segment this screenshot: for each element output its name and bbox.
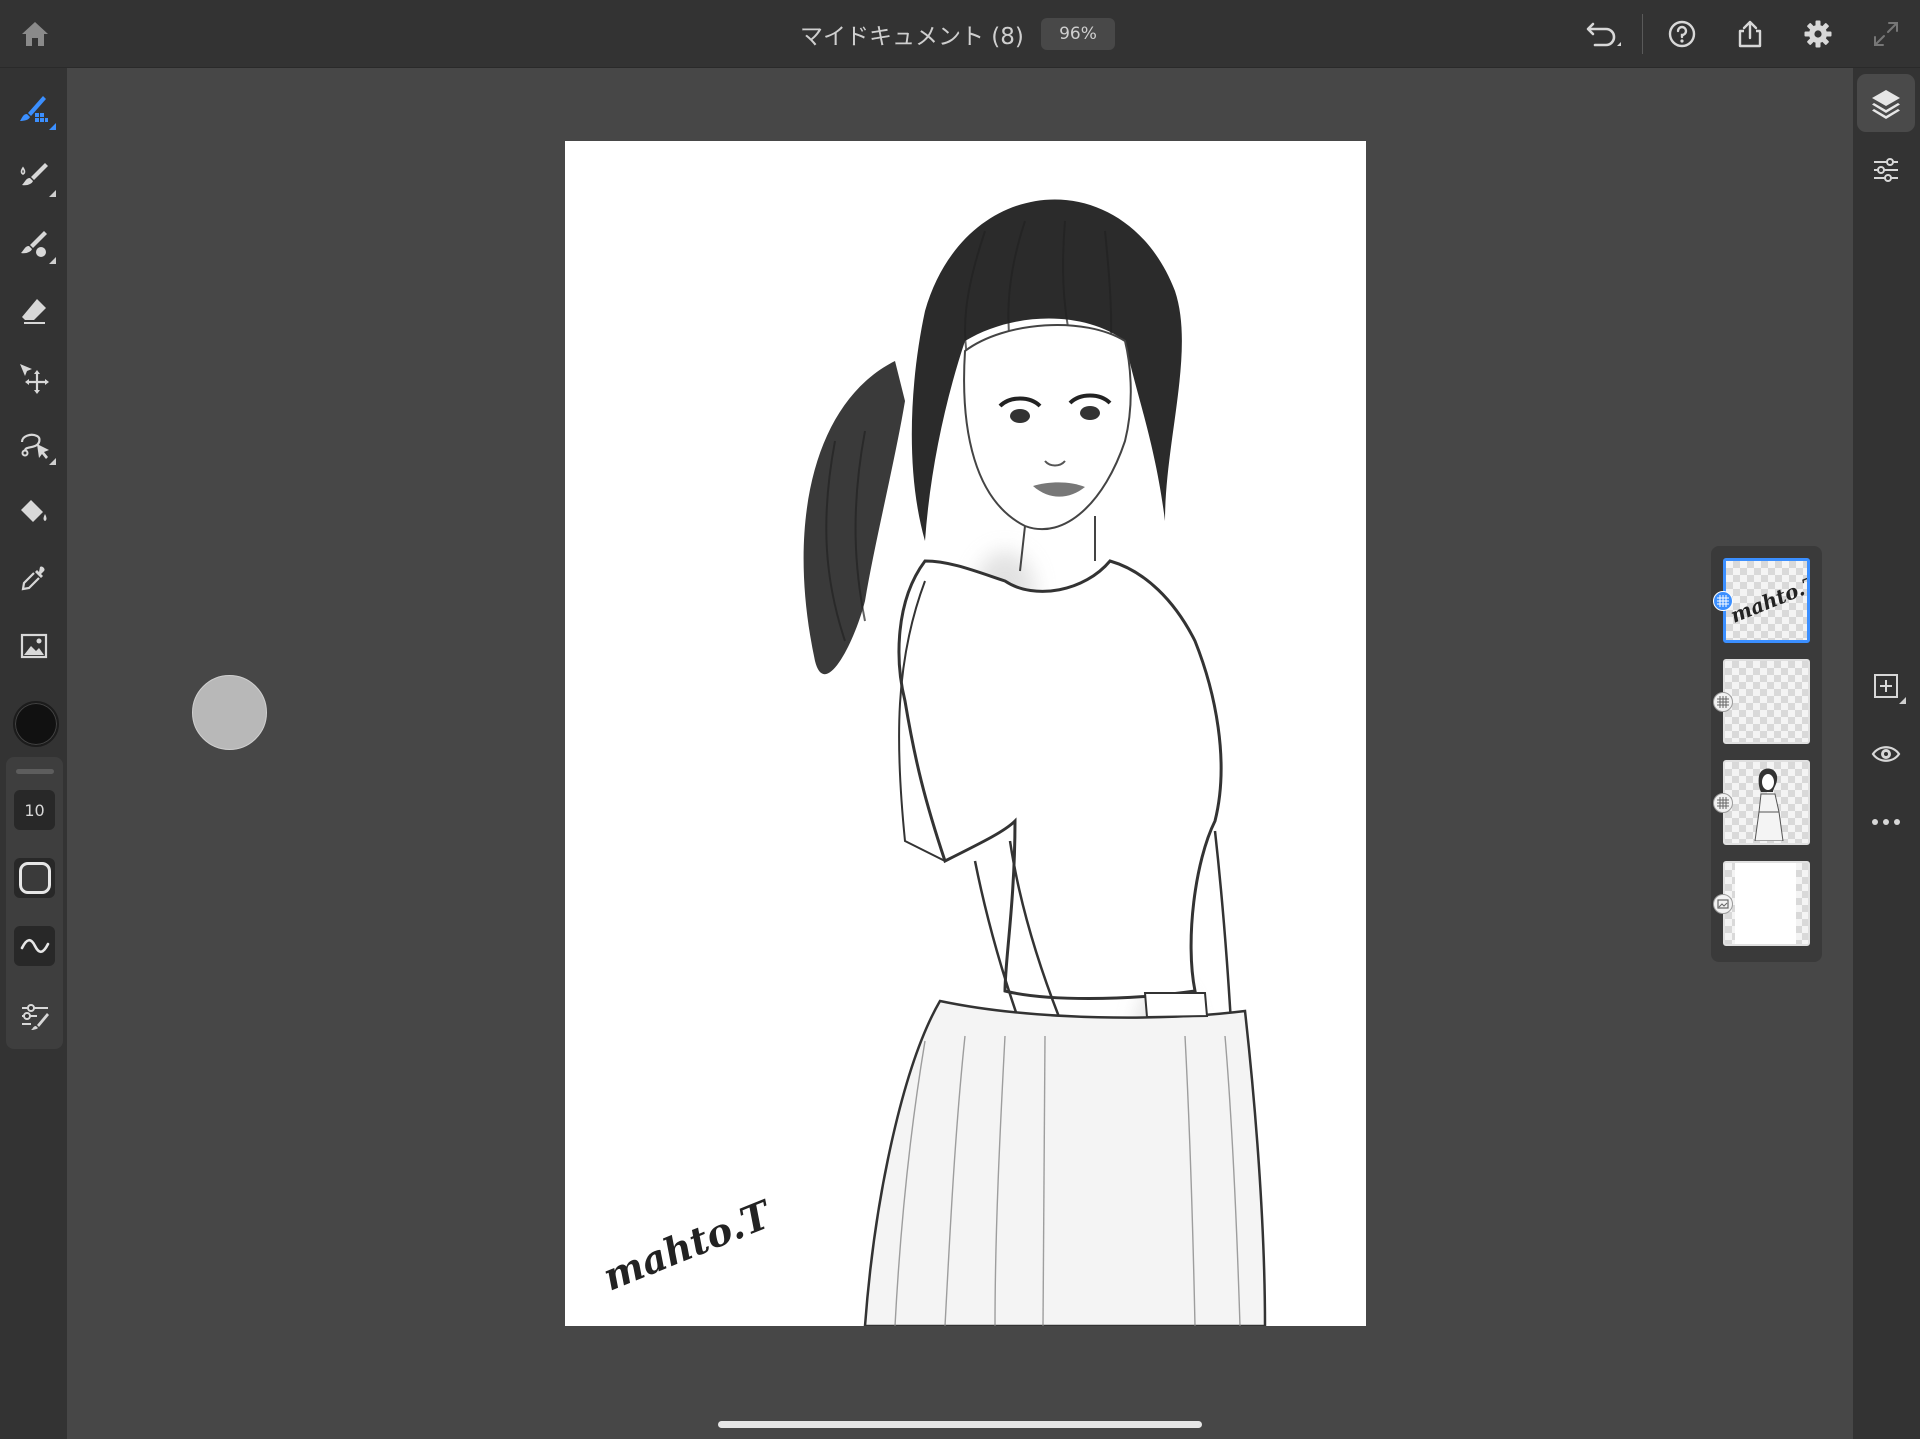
canvas-signature: mahto.T [597,1191,780,1300]
layer-type-badge-4 [1713,894,1733,914]
document-title[interactable]: マイドキュメント (8) [800,17,1024,51]
pixel-layer-icon [1717,696,1729,708]
layer-thumbnail-3[interactable] [1723,760,1810,845]
more-dots-icon [1872,819,1900,825]
pixel-brush-icon [20,96,48,122]
transform-tool[interactable] [12,356,56,400]
help-button[interactable] [1660,12,1704,56]
brush-settings-icon [21,1004,49,1030]
layer-type-badge-1 [1713,591,1733,611]
share-icon [1738,20,1762,48]
layer-visibility-button[interactable] [1864,732,1908,776]
paint-bucket-icon [21,500,47,522]
pixel-layer-icon [1717,797,1729,809]
help-icon [1668,20,1696,48]
pixel-layer-icon [1717,595,1729,607]
brush-settings-button[interactable] [14,996,55,1036]
eraser-tool[interactable] [12,289,56,333]
brush-size-control[interactable]: 10 [14,790,55,830]
undo-icon [1586,22,1621,47]
zoom-level-badge[interactable]: 96% [1041,18,1115,50]
brush-properties-panel: 10 [6,757,63,1049]
signature-thumbnail: mahto.T [1727,570,1807,628]
home-button[interactable] [12,14,58,54]
image-tool[interactable] [12,624,56,668]
svg-text:mahto.T: mahto.T [1727,570,1807,628]
opacity-indicator [18,862,51,894]
layer-thumbnail-4[interactable] [1723,861,1810,946]
layers-icon [1872,90,1900,119]
watercolor-brush-icon [20,163,48,186]
settings-button[interactable] [1796,12,1840,56]
image-layer-icon [1717,899,1729,909]
vector-brush-icon [21,231,47,257]
layer-properties-button[interactable] [1864,148,1908,192]
eraser-icon [22,299,46,324]
layer-thumbnail-1[interactable]: mahto.T [1723,558,1810,643]
undo-button[interactable] [1580,12,1626,56]
color-picker-swatch[interactable] [13,701,59,747]
lasso-icon [20,433,49,459]
toolbar-divider [1642,14,1643,54]
share-button[interactable] [1728,12,1772,56]
move-icon [20,364,49,394]
brush-size-preview [192,675,267,750]
panel-drag-handle[interactable] [16,769,54,774]
drawing-canvas[interactable]: mahto.T [565,141,1366,1326]
expand-icon [1874,22,1898,46]
add-square-icon [1874,674,1898,698]
eyedropper-icon [21,566,45,591]
live-brush-tool[interactable] [12,155,56,199]
gear-icon [1804,20,1832,48]
pixel-brush-tool[interactable] [12,88,56,132]
add-layer-button[interactable] [1864,664,1908,708]
tool-sidebar [0,68,67,1439]
eyedropper-tool[interactable] [12,557,56,601]
home-icon [22,22,48,46]
brush-smoothing-control[interactable] [14,926,55,966]
layer-type-badge-2 [1713,692,1733,712]
eye-icon [1871,746,1901,762]
background-fill [1735,863,1796,944]
home-indicator-bar[interactable] [718,1421,1202,1428]
image-icon [20,633,48,659]
layers-panel: mahto.T [1711,546,1822,962]
selection-tool[interactable] [12,423,56,467]
fullscreen-button[interactable] [1864,12,1908,56]
brush-opacity-control[interactable] [14,858,55,898]
sliders-icon [1874,158,1898,182]
sketch-thumbnail [1754,768,1784,842]
wave-icon [20,938,49,954]
layer-thumbnail-2[interactable] [1723,659,1810,744]
vector-brush-tool[interactable] [12,222,56,266]
fill-tool[interactable] [12,490,56,534]
sketch-artwork: mahto.T [597,199,1267,1326]
layers-panel-toggle[interactable] [1857,74,1915,132]
more-options-button[interactable] [1864,800,1908,844]
layer-type-badge-3 [1713,793,1733,813]
